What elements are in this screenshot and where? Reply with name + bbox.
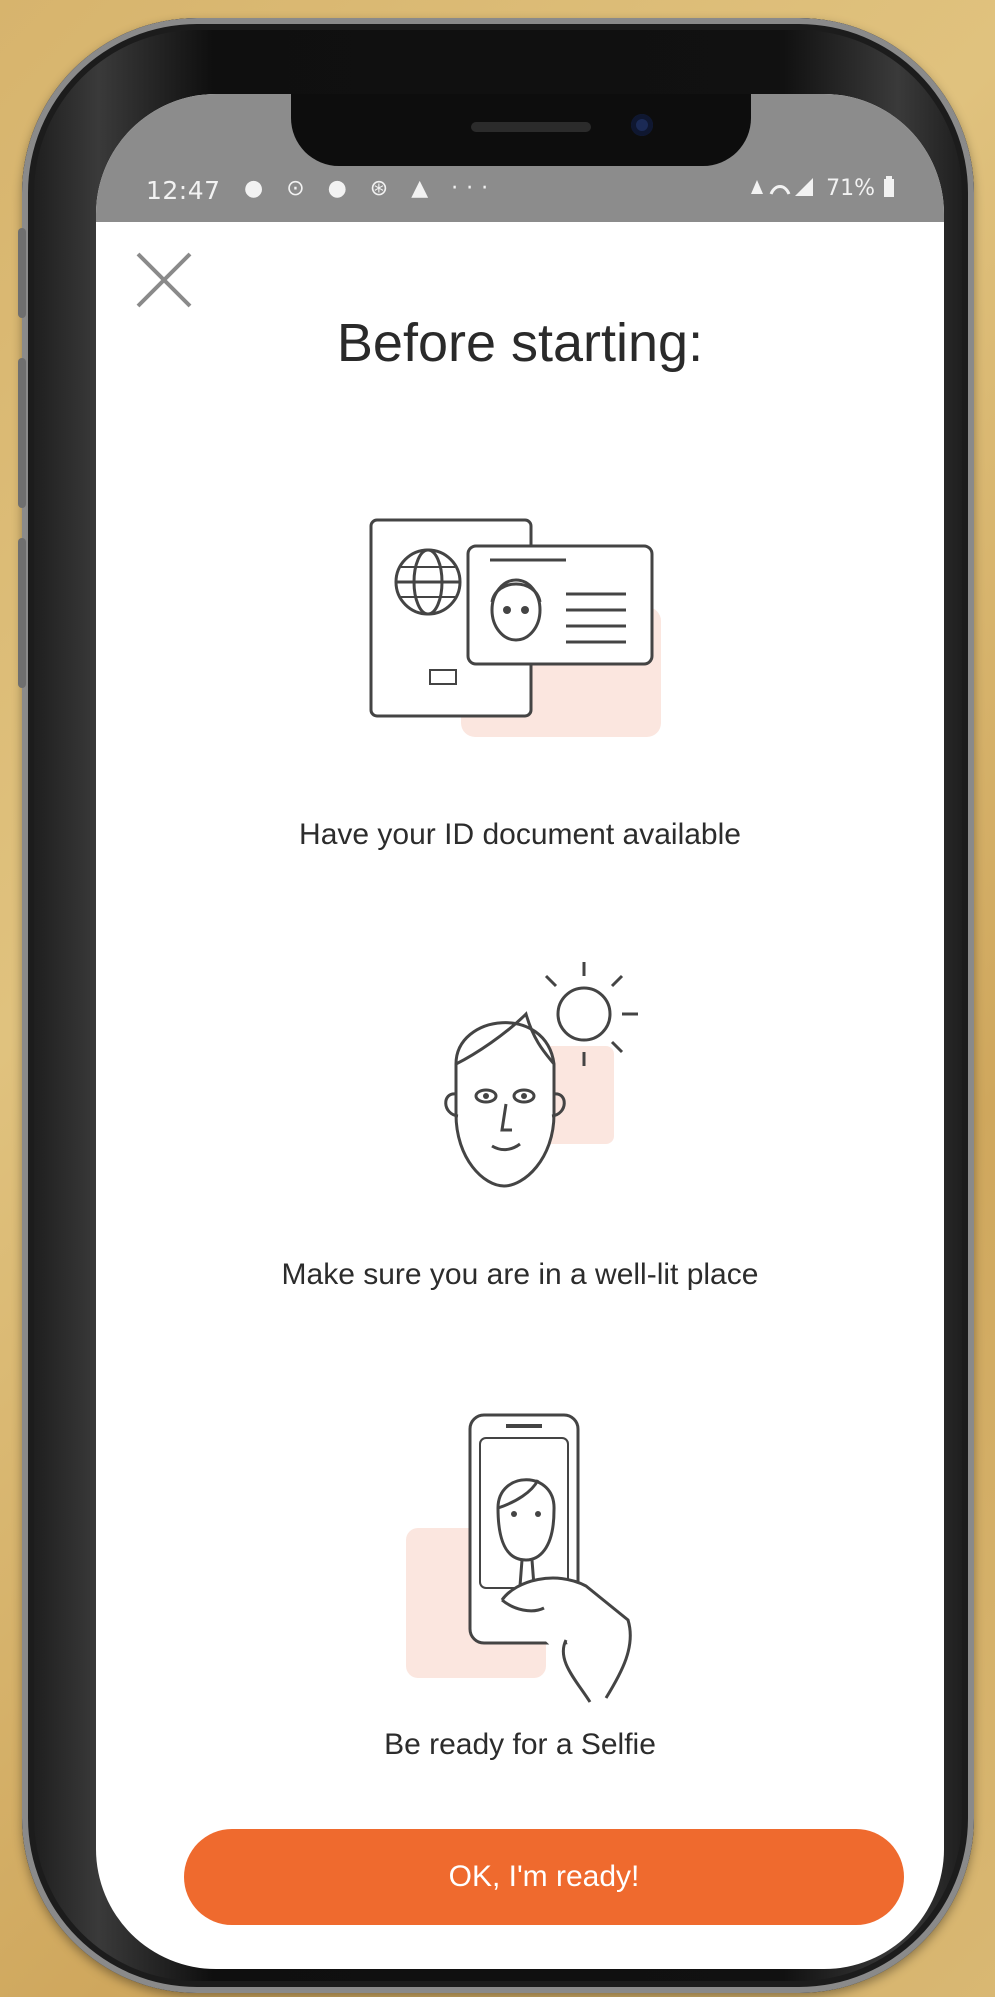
step-1-label: Have your ID document available xyxy=(299,818,741,851)
signal-icon xyxy=(751,178,814,196)
silent-switch xyxy=(18,228,26,318)
selfie-phone-icon xyxy=(406,1410,676,1710)
speaker xyxy=(471,122,591,132)
step-3-label: Be ready for a Selfie xyxy=(384,1728,656,1761)
close-button[interactable] xyxy=(130,246,198,314)
step-2-label: Make sure you are in a well-lit place xyxy=(281,1258,759,1291)
notification-icons: ● ⊙ ● ⊛ ▲ ··· xyxy=(244,176,497,201)
status-time: 12:47 xyxy=(146,176,221,205)
status-battery: 71% xyxy=(749,176,896,201)
ready-button[interactable]: OK, I'm ready! xyxy=(184,1829,904,1925)
phone-frame: 12:47 ● ⊙ ● ⊛ ▲ ··· 71% Before starting:… xyxy=(18,18,974,1993)
volume-up-button xyxy=(18,358,26,508)
volume-down-button xyxy=(18,538,26,688)
close-icon xyxy=(136,252,192,308)
well-lit-face-icon xyxy=(416,954,656,1204)
id-document-icon xyxy=(366,512,686,832)
front-camera xyxy=(631,114,653,136)
page-title: Before starting: xyxy=(336,313,704,373)
screen: 12:47 ● ⊙ ● ⊛ ▲ ··· 71% Before starting:… xyxy=(96,94,944,1969)
status-bar: 12:47 ● ⊙ ● ⊛ ▲ ··· 71% xyxy=(96,94,944,222)
notch xyxy=(291,94,751,166)
battery-icon xyxy=(884,176,894,197)
battery-percent: 71% xyxy=(826,176,875,201)
